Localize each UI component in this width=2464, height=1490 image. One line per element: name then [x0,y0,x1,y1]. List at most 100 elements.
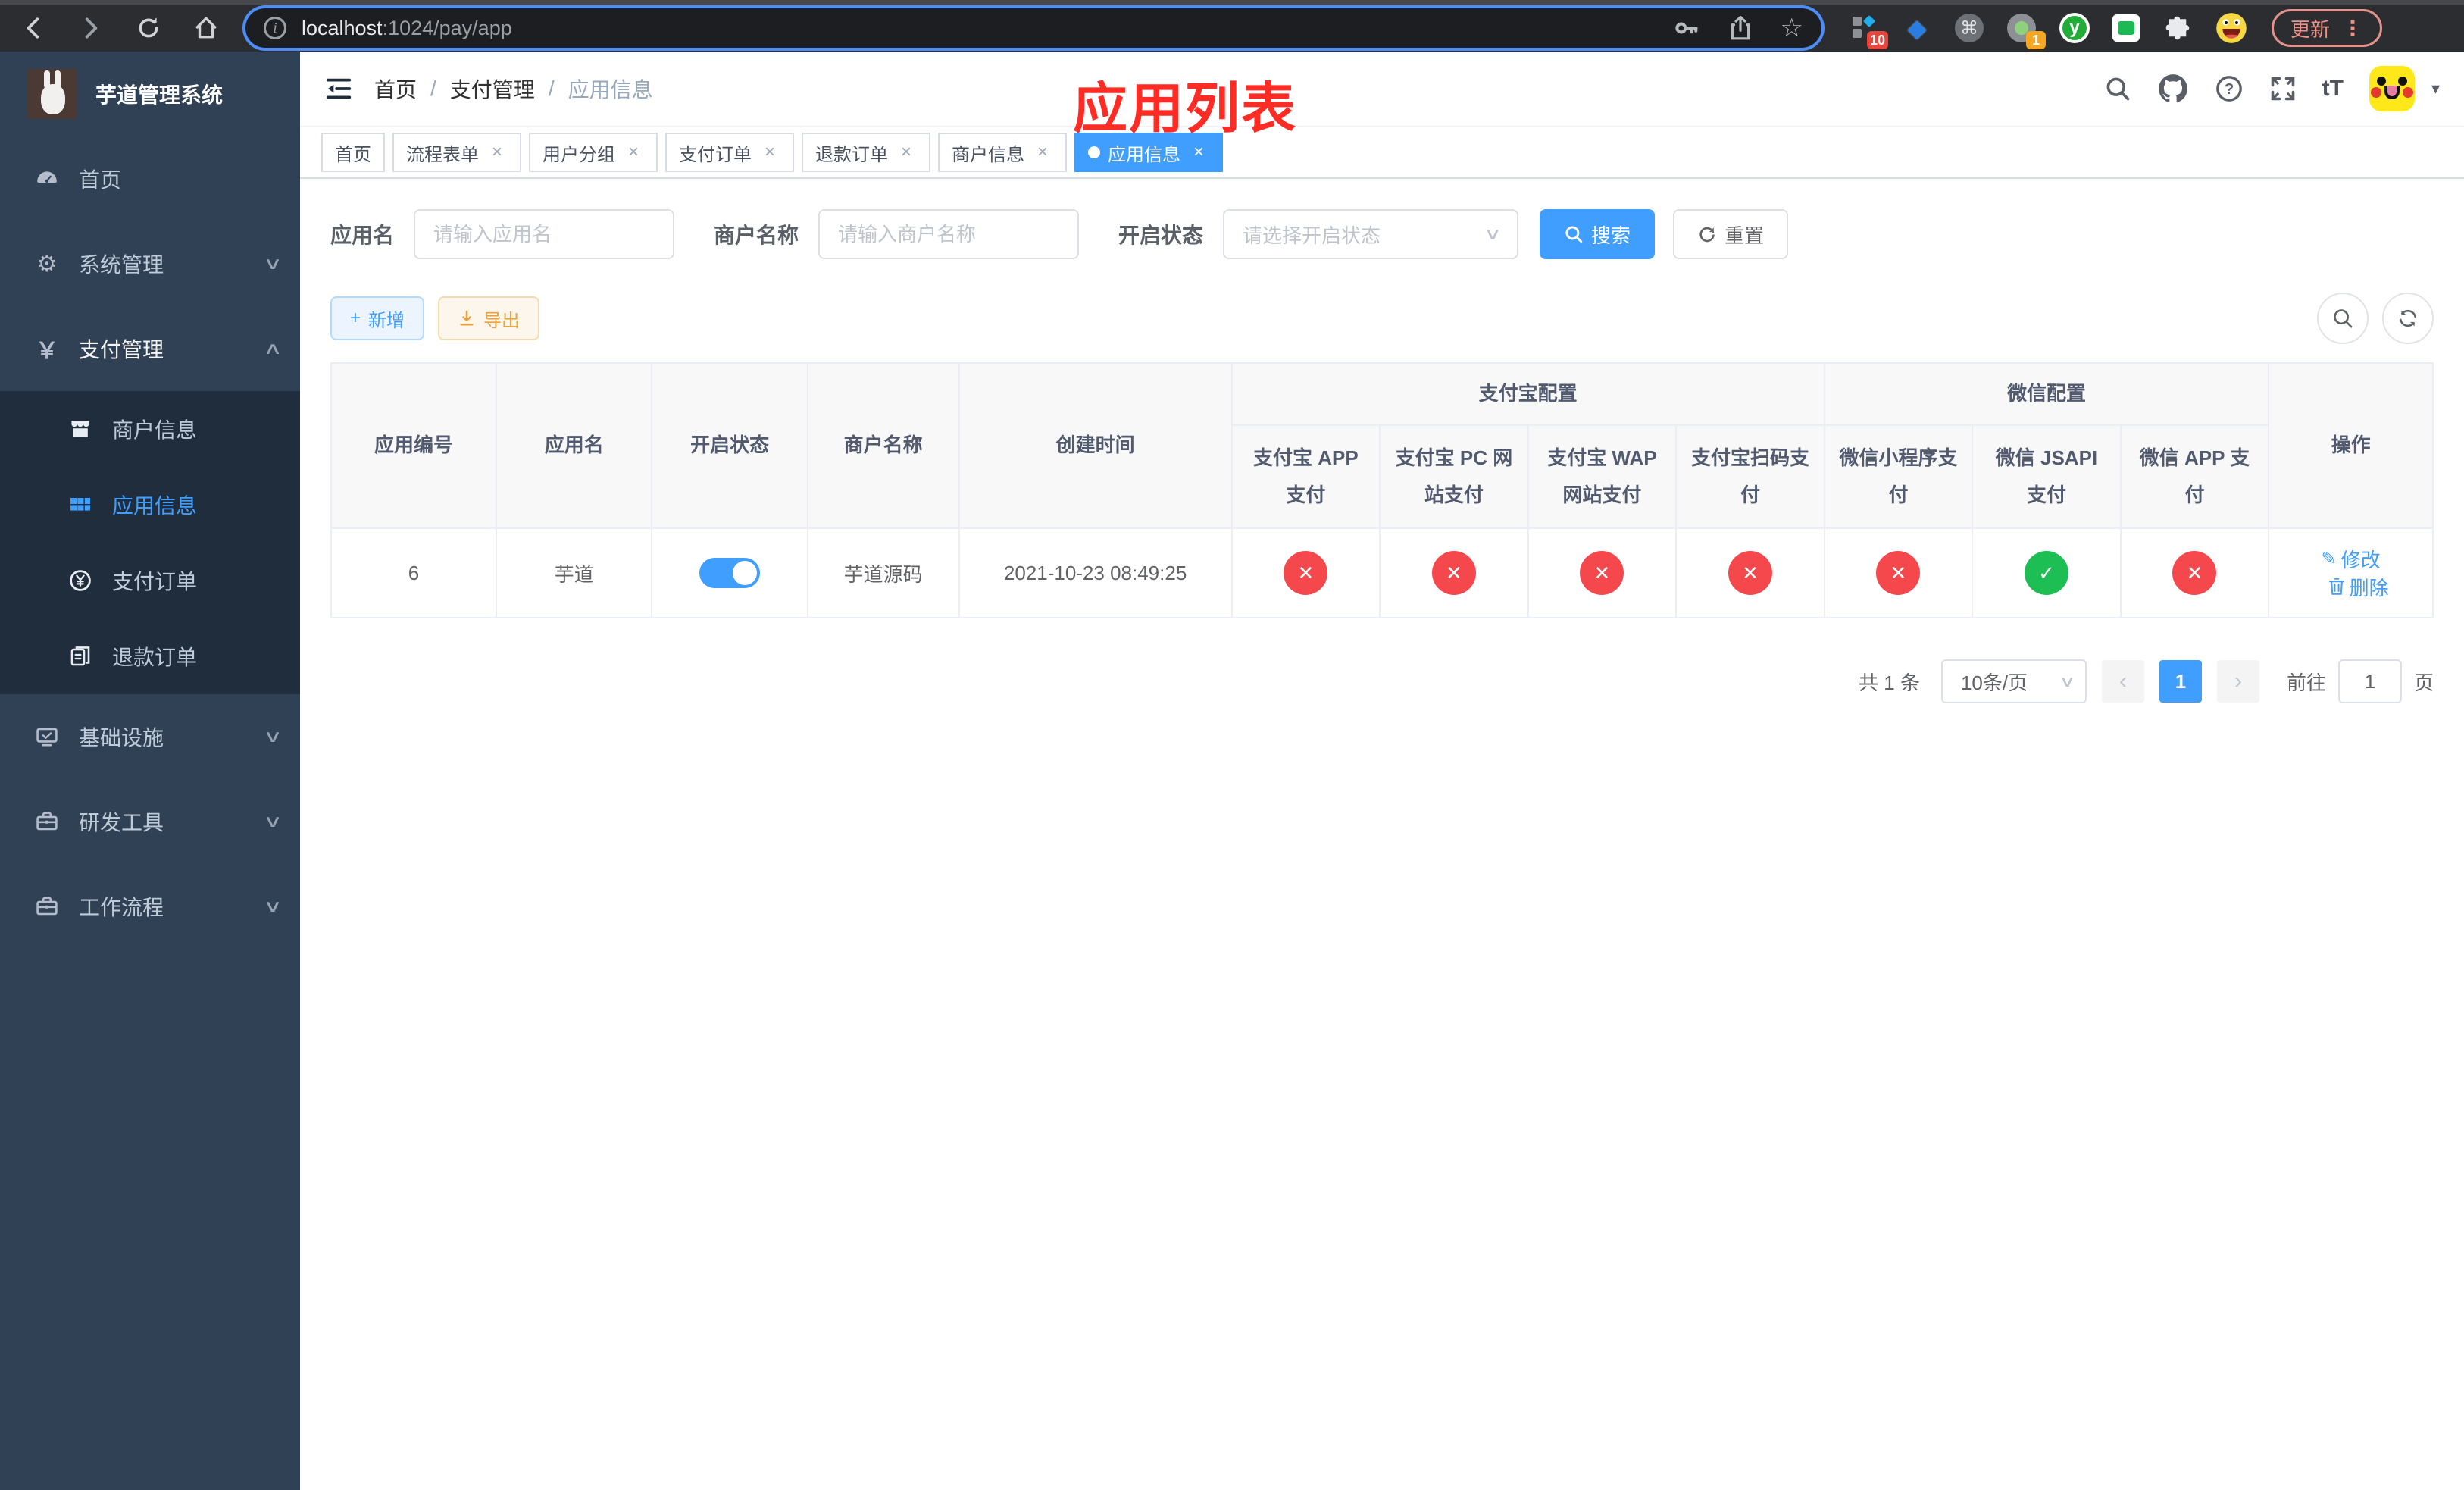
grid-icon [67,493,94,517]
breadcrumb: 首页 / 支付管理 / 应用信息 [374,74,653,104]
github-icon[interactable] [2157,73,2189,105]
app-name-input[interactable] [414,209,675,259]
sidebar-item-payment[interactable]: ￥ 支付管理 ∧ [0,306,300,391]
browser-toolbar: i localhost:1024/pay/app ☆ 10 ◆ ⌘ 1 y 更新… [0,0,2464,52]
font-size-icon[interactable]: tT [2322,76,2344,102]
channel-status-icon: ✕ [1284,551,1328,595]
recorder-extension-icon[interactable]: 1 [2006,13,2046,49]
reset-button[interactable]: 重置 [1673,209,1789,259]
share-icon[interactable] [1728,15,1753,41]
tab-user-group[interactable]: 用户分组 × [529,133,658,172]
app-name-label: 应用名 [330,224,395,247]
extensions-puzzle-icon[interactable] [2162,13,2193,43]
browser-update-button[interactable]: 更新 ⋮ [2272,9,2383,47]
profile-avatar-icon[interactable] [2215,12,2247,44]
tab-pay-order[interactable]: 支付订单 × [665,133,794,172]
add-button[interactable]: + 新增 [330,296,425,340]
tab-close-icon[interactable]: × [1188,142,1209,163]
site-info-icon[interactable]: i [264,17,286,39]
chevron-down-icon: ∨ [1483,224,1502,243]
app-logo[interactable]: 芋道管理系统 [0,52,300,136]
chevron-down-icon: ∨ [263,897,283,916]
url-text: localhost:1024/pay/app [302,16,512,39]
browser-forward-button[interactable] [73,10,109,46]
goto-page-input[interactable] [2337,659,2402,703]
channel-status-icon: ✕ [1431,551,1476,595]
page-size-select[interactable]: 10条/页 ∨ [1940,659,2087,703]
status-select[interactable]: 请选择开启状态 ∨ [1223,209,1519,259]
cell-wechat-app: ✕ [2119,527,2270,618]
sidebar-item-infrastructure[interactable]: 基础设施 ∨ [0,694,300,779]
cell-alipay-app: ✕ [1230,527,1381,618]
yudao-extension-icon[interactable]: y [2059,13,2090,43]
sidebar-item-refund-order[interactable]: 退款订单 [0,618,300,694]
dashboard-icon [33,167,61,191]
tab-close-icon[interactable]: × [623,142,644,163]
col-status: 开启状态 [651,362,808,529]
tab-close-icon[interactable]: × [759,142,780,163]
header-search-icon[interactable] [2104,75,2131,102]
breadcrumb-payment[interactable]: 支付管理 [450,74,535,104]
fullscreen-icon[interactable] [2269,75,2297,102]
col-alipay-qr: 支付宝扫码支付 [1675,424,1825,529]
monitor-check-icon [33,725,61,749]
browser-home-button[interactable] [188,10,224,46]
col-app-id: 应用编号 [330,362,498,529]
merchant-name-input[interactable] [818,209,1080,259]
toggle-search-button[interactable] [2317,293,2369,344]
annotation-title: 应用列表 [1073,79,1298,139]
tab-refund-order[interactable]: 退款订单 × [802,133,930,172]
sidebar-fold-icon[interactable] [324,74,353,103]
sidebar-item-system[interactable]: ⚙ 系统管理 ∨ [0,221,300,306]
sidebar-item-dev-tools[interactable]: 研发工具 ∨ [0,779,300,864]
user-avatar[interactable] [2369,66,2415,111]
tab-merchant-info[interactable]: 商户信息 × [938,133,1067,172]
tab-close-icon[interactable]: × [896,142,917,163]
bookmark-star-icon[interactable]: ☆ [1781,15,1803,41]
address-bar[interactable]: i localhost:1024/pay/app ☆ [245,8,1821,48]
tab-home[interactable]: 首页 [321,133,385,172]
browser-back-button[interactable] [15,10,52,46]
next-page-button[interactable]: › [2216,660,2259,703]
prev-page-button[interactable]: ‹ [2101,660,2144,703]
sidebar-item-pay-order[interactable]: 支付订单 [0,543,300,618]
shop-icon [67,417,94,441]
tab-close-icon[interactable]: × [486,142,508,163]
tab-close-icon[interactable]: × [1032,142,1053,163]
breadcrumb-home[interactable]: 首页 [374,74,417,104]
chevron-down-icon: ∨ [2059,673,2076,690]
delete-button[interactable]: 删除 [2328,573,2389,601]
gem-extension-icon[interactable]: ◆ [1902,13,1932,43]
export-button[interactable]: 导出 [438,296,540,340]
refresh-table-button[interactable] [2382,293,2434,344]
help-icon[interactable]: ? [2215,74,2244,103]
sidebar-item-home[interactable]: 首页 [0,136,300,221]
chevron-down-icon: ∨ [263,812,283,831]
sidebar-item-merchant-info[interactable]: 商户信息 [0,391,300,467]
browser-menu-icon[interactable]: ⋮ [2342,16,2363,41]
avatar-caret-icon[interactable]: ▾ [2431,79,2440,99]
cell-actions: ✎ 修改 删除 [2268,527,2434,618]
command-extension-icon[interactable]: ⌘ [1955,14,1984,42]
filter-form: 应用名 商户名称 开启状态 请选择开启状态 ∨ [330,209,2434,259]
logo-rabbit-image [27,69,77,119]
gear-icon: ⚙ [36,251,58,277]
cell-status [651,527,808,618]
status-toggle[interactable] [699,558,761,588]
browser-reload-button[interactable] [130,10,167,46]
chat-extension-icon[interactable] [2112,14,2140,42]
tab-groups-extension-icon[interactable]: 10 [1849,13,1888,49]
edit-button[interactable]: ✎ 修改 [2322,545,2381,573]
search-button[interactable]: 搜索 [1540,209,1656,259]
password-key-icon[interactable] [1671,14,1700,42]
extension-badge: 1 [2026,31,2046,49]
page-1-button[interactable]: 1 [2159,660,2202,703]
trash-icon [2328,578,2344,595]
tab-process-form[interactable]: 流程表单 × [392,133,521,172]
pagination: 共 1 条 10条/页 ∨ ‹ 1 › 前往 页 [330,659,2434,703]
goto-suffix: 页 [2413,671,2434,694]
sidebar-item-workflow[interactable]: 工作流程 ∨ [0,864,300,949]
yen-icon: ￥ [36,339,58,364]
sidebar-item-app-info[interactable]: 应用信息 [0,467,300,543]
col-created: 创建时间 [958,362,1233,529]
